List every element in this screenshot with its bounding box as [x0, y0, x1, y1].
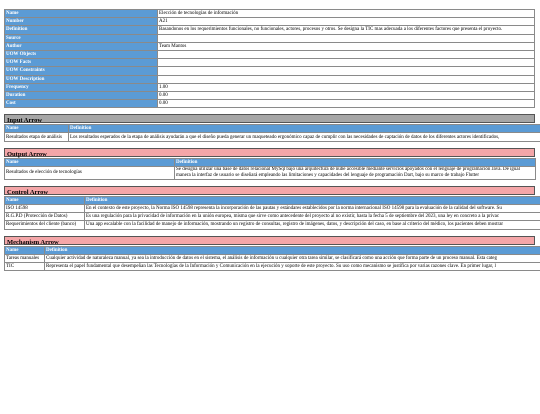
attribute-value: 0.00 — [158, 91, 535, 99]
input-arrow-header-row: Name Definition — [5, 125, 540, 133]
attribute-row: Source — [5, 34, 535, 42]
column-header-name: Name — [5, 158, 175, 166]
row-definition: Una app escalable con la facilidad de ma… — [85, 221, 540, 229]
row-name: Requerimientos del cliente (banco) — [5, 221, 85, 229]
column-header-definition: Definition — [69, 125, 540, 133]
row-definition: Los resultados esperados de la etapa de … — [69, 133, 540, 141]
attribute-row: AuthorTeam Mantos — [5, 42, 535, 50]
column-header-definition: Definition — [85, 196, 540, 204]
output-arrow-header: Output Arrow — [4, 148, 535, 157]
attribute-row: Duration0.00 — [5, 91, 535, 99]
table-row: R.G.P.D (Protección de Datos)Es una regu… — [5, 213, 540, 221]
control-arrow-table: Name Definition ISO 14598En el contexto … — [4, 196, 540, 230]
column-header-definition: Definition — [45, 246, 540, 254]
attribute-row: NumberA21 — [5, 18, 535, 26]
attribute-label: UOW Description — [5, 75, 158, 83]
attribute-label: Author — [5, 42, 158, 50]
row-definition: Cualquier actividad de naturaleza manual… — [45, 254, 540, 262]
table-row: Resultados etapa de análisisLos resultad… — [5, 133, 540, 141]
column-header-name: Name — [5, 125, 69, 133]
control-arrow-header: Control Arrow — [4, 186, 535, 195]
attribute-row: UOW Facts — [5, 59, 535, 67]
row-definition: Representa el papel fundamental que dese… — [45, 262, 540, 270]
column-header-name: Name — [5, 246, 45, 254]
mechanism-arrow-header-row: Name Definition — [5, 246, 540, 254]
column-header-name: Name — [5, 196, 85, 204]
table-row: TICRepresenta el papel fundamental que d… — [5, 262, 540, 270]
attribute-value — [158, 34, 535, 42]
attribute-value — [158, 59, 535, 67]
output-arrow-table: Name Definition Resultados de elección d… — [4, 158, 536, 180]
table-row: Resultados de elección de tecnologíasSe … — [5, 166, 536, 179]
attribute-value: A21 — [158, 18, 535, 26]
attribute-label: Definition — [5, 26, 158, 34]
attribute-label: Number — [5, 18, 158, 26]
attribute-row: UOW Objects — [5, 50, 535, 58]
input-arrow-header: Input Arrow — [4, 114, 535, 123]
attribute-label: Source — [5, 34, 158, 42]
row-name: Tareas manuales — [5, 254, 45, 262]
mechanism-arrow-header: Mechanism Arrow — [4, 236, 535, 245]
attribute-label: Name — [5, 10, 158, 18]
attribute-label: UOW Objects — [5, 50, 158, 58]
attribute-row: DefinitionBasandonos en los requerimient… — [5, 26, 535, 34]
mechanism-arrow-table: Name Definition Tareas manualesCualquier… — [4, 246, 540, 272]
row-name: R.G.P.D (Protección de Datos) — [5, 213, 85, 221]
attribute-value: Basandonos en los requerimientos funcion… — [158, 26, 535, 34]
attribute-value — [158, 67, 535, 75]
attribute-row: Cost0.00 — [5, 100, 535, 108]
control-arrow-header-row: Name Definition — [5, 196, 540, 204]
attribute-label: UOW Constraints — [5, 67, 158, 75]
table-row: Tareas manualesCualquier actividad de na… — [5, 254, 540, 262]
attribute-value — [158, 75, 535, 83]
input-arrow-table: Name Definition Resultados etapa de anál… — [4, 124, 540, 141]
attribute-row: Frequency1.00 — [5, 83, 535, 91]
attribute-value: Elección de tecnologías de información — [158, 10, 535, 18]
row-name: TIC — [5, 262, 45, 270]
idef0-activity-report: NameElección de tecnologías de informaci… — [4, 9, 540, 271]
attribute-label: UOW Facts — [5, 59, 158, 67]
row-name: Resultados etapa de análisis — [5, 133, 69, 141]
attribute-label: Cost — [5, 100, 158, 108]
row-definition: Se designa utilizar una base de datos re… — [175, 166, 536, 179]
attribute-value: Team Mantos — [158, 42, 535, 50]
attribute-value: 1.00 — [158, 83, 535, 91]
row-name: ISO 14598 — [5, 205, 85, 213]
attribute-value: 0.00 — [158, 100, 535, 108]
row-definition: Es una regulación para la privacidad de … — [85, 213, 540, 221]
attributes-table: NameElección de tecnologías de informaci… — [4, 9, 535, 108]
attribute-label: Duration — [5, 91, 158, 99]
attribute-label: Frequency — [5, 83, 158, 91]
attribute-row: UOW Description — [5, 75, 535, 83]
attribute-row: NameElección de tecnologías de informaci… — [5, 10, 535, 18]
attribute-row: UOW Constraints — [5, 67, 535, 75]
table-row: Requerimientos del cliente (banco)Una ap… — [5, 221, 540, 229]
row-definition: En el contexto de este proyecto, la Norm… — [85, 205, 540, 213]
attribute-value — [158, 50, 535, 58]
row-name: Resultados de elección de tecnologías — [5, 166, 175, 179]
column-header-definition: Definition — [175, 158, 536, 166]
table-row: ISO 14598En el contexto de este proyecto… — [5, 205, 540, 213]
output-arrow-header-row: Name Definition — [5, 158, 536, 166]
